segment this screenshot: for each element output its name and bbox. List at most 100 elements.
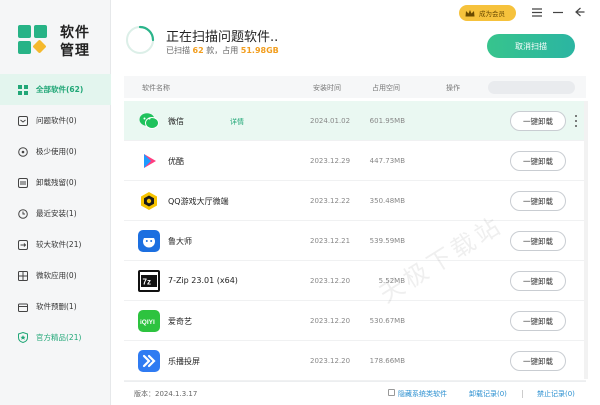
sidebar-item-label: 卸载残留(0) [36, 178, 77, 187]
table-row[interactable]: 乐播投屏 2023.12.20 178.66MB 一键卸载 [124, 341, 586, 381]
box-icon [17, 301, 28, 312]
hide-system-checkbox[interactable] [388, 389, 395, 396]
7zip-icon: 7z [138, 270, 160, 292]
sidebar-item-pre-delete[interactable]: 软件预删(1) [0, 291, 111, 322]
uninstall-record-link[interactable]: 卸载记录(0) [469, 389, 507, 399]
footer: 版本：2024.1.3.17 隐藏系统类软件 卸载记录(0) 禁止记录(0) [124, 381, 586, 405]
disk-usage: 178.66MB [369, 357, 405, 365]
sidebar-item-official[interactable]: 官方精品(21) [0, 322, 111, 353]
divider [522, 390, 523, 398]
disk-usage: 447.73MB [369, 157, 405, 165]
vip-button[interactable]: 成为会员 [459, 5, 516, 21]
disk-usage: 350.48MB [369, 197, 405, 205]
minimize-icon[interactable] [552, 6, 564, 18]
uninstall-button[interactable]: 一键卸载 [510, 311, 566, 331]
qqgame-icon [138, 190, 160, 212]
hide-system-label[interactable]: 隐藏系统类软件 [398, 389, 447, 399]
uninstall-button[interactable]: 一键卸载 [510, 231, 566, 251]
trash-icon [17, 177, 28, 188]
software-name: 优酷 [168, 157, 184, 166]
sidebar-item-label: 较大软件(21) [36, 240, 82, 249]
table-row[interactable]: QQ游戏大厅微端 2023.12.22 350.48MB 一键卸载 [124, 181, 586, 221]
disk-usage: 539.59MB [369, 237, 405, 245]
lebo-icon [138, 350, 160, 372]
expand-icon [17, 239, 28, 250]
table-row[interactable]: 优酷 2023.12.29 447.73MB 一键卸载 [124, 141, 586, 181]
software-list: 微信 详情 2024.01.02 601.95MB 一键卸载 优酷 2023.1… [124, 101, 586, 381]
list-scrollbar[interactable] [584, 101, 588, 379]
menu-icon[interactable] [531, 6, 543, 18]
sidebar-item-label: 微软应用(0) [36, 271, 77, 280]
software-name: 微信 [168, 117, 184, 126]
uninstall-button[interactable]: 一键卸载 [510, 271, 566, 291]
sidebar-item-label: 全部软件(62) [36, 85, 84, 94]
sidebar-item-all[interactable]: 全部软件(62) [0, 74, 111, 105]
disk-usage: 5.52MB [378, 277, 405, 285]
sidebar-item-label: 软件预删(1) [36, 302, 77, 311]
sidebar-item-microsoft[interactable]: 微软应用(0) [0, 260, 111, 291]
table-row[interactable]: 7z 7-Zip 23.01 (x64) 2023.12.20 5.52MB 一… [124, 261, 586, 301]
sidebar-nav: 全部软件(62) 问题软件(0) 极少使用(0) 卸载残留(0) 最近安装(1)… [0, 74, 111, 353]
sidebar-item-problem[interactable]: 问题软件(0) [0, 105, 111, 136]
table-row[interactable]: 微信 详情 2024.01.02 601.95MB 一键卸载 [124, 101, 586, 141]
crown-icon [465, 10, 475, 17]
install-date: 2024.01.02 [310, 117, 351, 125]
clock-icon [17, 208, 28, 219]
install-date: 2023.12.20 [310, 277, 351, 285]
search-input[interactable] [488, 81, 575, 94]
scan-summary: 已扫描 62 款，占用 51.98GB [166, 46, 279, 55]
warning-box-icon [17, 115, 28, 126]
column-action: 操作 [446, 84, 460, 92]
sidebar: 软件 管理 全部软件(62) 问题软件(0) 极少使用(0) 卸载残留(0) 最… [0, 0, 111, 405]
install-date: 2023.12.20 [310, 317, 351, 325]
back-icon[interactable] [574, 6, 586, 18]
column-name[interactable]: 软件名称 [142, 83, 170, 93]
software-name: 鲁大师 [168, 237, 192, 246]
youku-icon [138, 150, 160, 172]
sidebar-item-label: 官方精品(21) [36, 333, 82, 342]
sidebar-item-label: 问题软件(0) [36, 116, 77, 125]
software-name: QQ游戏大厅微端 [168, 197, 229, 206]
install-date: 2023.12.21 [310, 237, 351, 245]
clock-gauge-icon [17, 146, 28, 157]
software-name: 爱奇艺 [168, 317, 192, 326]
column-install-date[interactable]: 安装时间 [313, 83, 341, 93]
uninstall-button[interactable]: 一键卸载 [510, 351, 566, 371]
install-date: 2023.12.20 [310, 357, 351, 365]
uninstall-button[interactable]: 一键卸载 [510, 111, 566, 131]
scan-progress-ring [126, 25, 155, 54]
sidebar-item-residue[interactable]: 卸载残留(0) [0, 167, 111, 198]
grid-icon [17, 84, 28, 95]
shield-star-icon [17, 332, 28, 343]
more-options-icon[interactable] [573, 113, 579, 129]
install-date: 2023.12.22 [310, 197, 351, 205]
ludashi-icon [138, 230, 160, 252]
scanned-size: 51.98GB [240, 46, 279, 55]
scan-title: 正在扫描问题软件.. [166, 30, 279, 45]
disk-usage: 601.95MB [369, 117, 405, 125]
disk-usage: 530.67MB [369, 317, 405, 325]
uninstall-button[interactable]: 一键卸载 [510, 191, 566, 211]
app-logo [18, 25, 47, 54]
sidebar-item-label: 极少使用(0) [36, 147, 77, 156]
column-size[interactable]: 占用空间 [372, 83, 400, 93]
version-label: 版本：2024.1.3.17 [134, 390, 198, 398]
block-record-link[interactable]: 禁止记录(0) [537, 389, 575, 399]
windows-icon [17, 270, 28, 281]
scanned-count: 62 [192, 46, 204, 55]
sidebar-item-label: 最近安装(1) [36, 209, 77, 218]
svg-text:7z: 7z [143, 278, 151, 287]
vip-label: 成为会员 [479, 10, 505, 18]
sidebar-item-large[interactable]: 较大软件(21) [0, 229, 111, 260]
app-title: 软件 管理 [60, 25, 90, 59]
software-name: 7-Zip 23.01 (x64) [168, 276, 238, 285]
table-row[interactable]: 鲁大师 2023.12.21 539.59MB 一键卸载 [124, 221, 586, 261]
detail-link[interactable]: 详情 [230, 117, 244, 127]
software-name: 乐播投屏 [168, 357, 200, 366]
uninstall-button[interactable]: 一键卸载 [510, 151, 566, 171]
table-row[interactable]: iQIYI 爱奇艺 2023.12.20 530.67MB 一键卸载 [124, 301, 586, 341]
sidebar-item-recent[interactable]: 最近安装(1) [0, 198, 111, 229]
sidebar-item-rarely-used[interactable]: 极少使用(0) [0, 136, 111, 167]
svg-text:iQIYI: iQIYI [140, 319, 155, 326]
cancel-scan-button[interactable]: 取消扫描 [487, 34, 575, 58]
